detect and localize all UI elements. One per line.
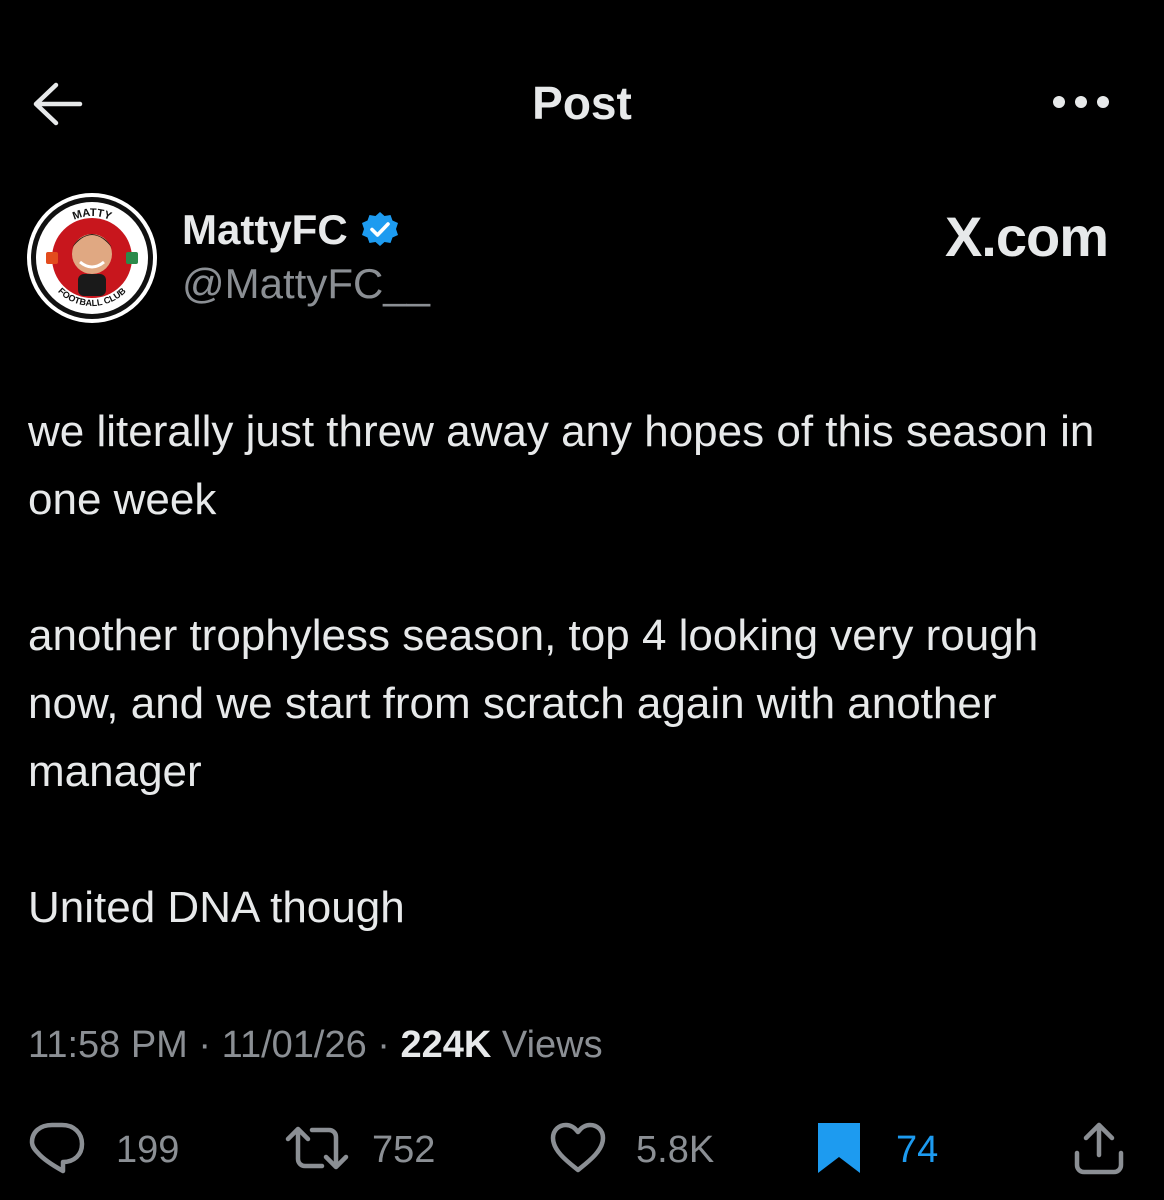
post-paragraph: United DNA though xyxy=(28,883,405,932)
post-text: we literally just threw away any hopes o… xyxy=(28,398,1128,942)
reply-count: 199 xyxy=(116,1128,180,1171)
reply-button[interactable]: 199 xyxy=(28,1110,179,1190)
post-metadata: 11:58 PM · 11/01/26 · 224K Views xyxy=(28,1024,603,1067)
bookmark-count: 74 xyxy=(896,1128,939,1171)
verified-badge-icon xyxy=(360,210,400,250)
top-bar: Post xyxy=(0,0,1164,210)
bookmark-filled-icon xyxy=(814,1119,864,1182)
repost-button[interactable]: 752 xyxy=(284,1110,435,1190)
like-button[interactable]: 5.8K xyxy=(548,1110,714,1190)
post-time[interactable]: 11:58 PM xyxy=(28,1024,188,1066)
share-icon xyxy=(1072,1119,1126,1182)
action-bar: 199 752 5.8K 74 xyxy=(0,1110,1164,1190)
avatar[interactable]: MATTY FOOTBALL CLUB xyxy=(26,192,158,324)
author-handle[interactable]: @MattyFC__ xyxy=(182,260,430,308)
post-paragraph: another trophyless season, top 4 looking… xyxy=(28,611,1039,796)
views-label: Views xyxy=(501,1024,603,1066)
meta-separator: · xyxy=(198,1024,212,1066)
like-count: 5.8K xyxy=(636,1128,715,1171)
heart-icon xyxy=(548,1121,608,1180)
more-options-button[interactable] xyxy=(1048,84,1114,124)
meta-separator: · xyxy=(377,1024,390,1066)
views-count[interactable]: 224K xyxy=(401,1024,492,1066)
repost-icon xyxy=(284,1123,350,1178)
reply-icon xyxy=(28,1121,86,1180)
site-watermark: X.com xyxy=(944,205,1109,268)
post-date[interactable]: 11/01/26 xyxy=(222,1024,367,1066)
repost-count: 752 xyxy=(372,1128,436,1171)
bookmark-button[interactable]: 74 xyxy=(814,1110,938,1190)
post-paragraph: we literally just threw away any hopes o… xyxy=(28,407,1095,524)
author-name-row[interactable]: MattyFC xyxy=(182,206,400,254)
share-button[interactable] xyxy=(1072,1110,1126,1190)
page-title: Post xyxy=(532,77,632,129)
author-name[interactable]: MattyFC xyxy=(182,206,348,254)
more-horizontal-icon xyxy=(1051,94,1111,115)
